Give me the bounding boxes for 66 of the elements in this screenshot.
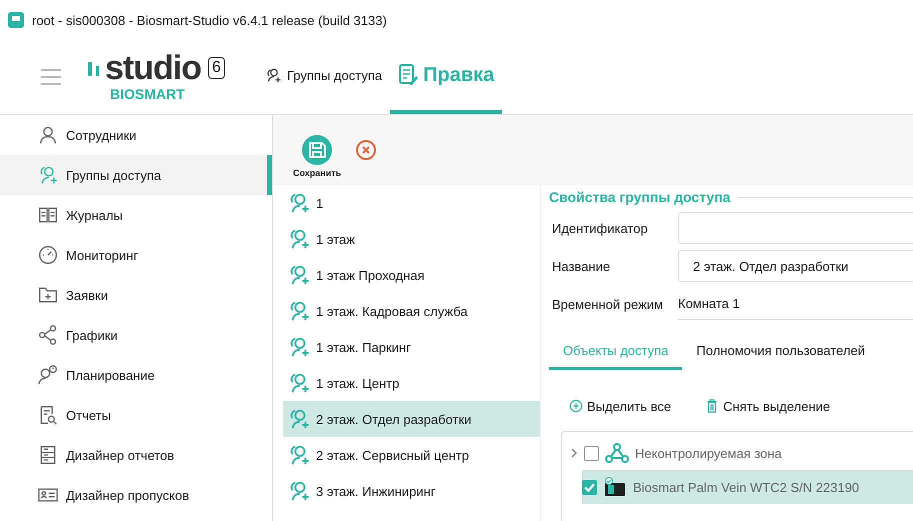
group-icon (288, 300, 310, 322)
group-icon (288, 444, 310, 466)
group-icon (38, 165, 58, 185)
book-icon (38, 205, 58, 225)
select-all-button[interactable]: Выделить все (569, 397, 672, 415)
cabinet-icon (38, 445, 58, 465)
share-icon (38, 325, 58, 345)
logo-version: 6 (208, 57, 225, 79)
checkbox[interactable] (584, 446, 599, 460)
save-button[interactable]: Сохранить (293, 135, 342, 178)
edit-document-icon (398, 64, 418, 86)
field-label: Временной режим (551, 296, 664, 312)
header-tab[interactable]: Группы доступа (258, 40, 390, 114)
text-field[interactable] (678, 212, 913, 244)
sidebar-item[interactable]: Группы доступа (0, 155, 272, 195)
sidebar-item[interactable]: Журналы (0, 195, 272, 235)
tree-item[interactable]: Biosmart Palm Vein WTC2 S/N 223190 (582, 470, 913, 504)
sidebar-item[interactable]: Дизайнер отчетов (0, 435, 272, 475)
sidebar-item[interactable]: Дизайнер пропусков (0, 475, 272, 515)
sidebar-item[interactable]: Заявки (0, 275, 272, 315)
group-list-item[interactable]: 3 этаж. Инжиниринг (283, 473, 540, 509)
clear-selection-button[interactable]: Снять выделение (705, 397, 830, 415)
group-icon (288, 480, 310, 502)
folder-icon (38, 285, 58, 305)
group-icon (288, 192, 310, 214)
logo-wordmark: studio (105, 50, 201, 86)
text-field[interactable]: 2 этаж. Отдел разработки (678, 250, 913, 282)
group-list-item[interactable]: 1 этаж. Кадровая служба (283, 293, 540, 329)
field-label: Название (551, 258, 612, 274)
window-title: root - sis000308 - Biosmart-Studio v6.4.1 release (build 3133) (32, 12, 387, 28)
group-list-item[interactable]: 1 этаж. Центр (283, 365, 540, 401)
select-field[interactable]: Комната 1 (678, 288, 913, 320)
gauge-icon (38, 245, 58, 265)
group-icon (288, 408, 310, 430)
logo-brand: BIOSMART (110, 86, 186, 102)
sidebar-item[interactable]: Отчеты (0, 395, 272, 435)
person-icon (38, 125, 58, 145)
app-icon (8, 12, 24, 28)
checkbox[interactable] (582, 480, 597, 494)
group-list-item[interactable]: 1 этаж. Паркинг (283, 329, 540, 365)
cancel-button[interactable] (355, 139, 378, 161)
field-label: Идентификатор (551, 220, 649, 236)
person-clock-icon (38, 365, 58, 385)
tree-item[interactable]: Неконтролируемая зона (562, 436, 913, 470)
group-list-item[interactable]: 2 этаж. Сервисный центр (283, 437, 540, 473)
group-icon (266, 67, 282, 83)
menu-icon[interactable] (41, 69, 61, 85)
sidebar-item[interactable]: Графики (0, 315, 272, 355)
group-icon (288, 372, 310, 394)
group-icon (288, 228, 310, 250)
group-list-item[interactable]: 1 этаж (283, 221, 540, 257)
section-title: Свойства группы доступа (549, 189, 730, 205)
group-list-item[interactable]: 1 (283, 185, 540, 221)
group-list-item[interactable]: 1 этаж Проходная (283, 257, 540, 293)
sidebar-item[interactable]: Планирование (0, 355, 272, 395)
sidebar-item[interactable]: Мониторинг (0, 235, 272, 275)
report-icon (38, 405, 58, 425)
network-nodes-icon (605, 443, 629, 463)
plus-circle-icon (569, 399, 583, 413)
group-icon (288, 264, 310, 286)
tab[interactable]: Полномочия пользователей (682, 335, 880, 370)
device-icon (603, 477, 627, 497)
group-icon (288, 336, 310, 358)
group-list-item[interactable]: 2 этаж. Отдел разработки (283, 401, 540, 437)
trash-icon (705, 399, 720, 413)
sidebar-item[interactable]: Сотрудники (0, 115, 272, 155)
